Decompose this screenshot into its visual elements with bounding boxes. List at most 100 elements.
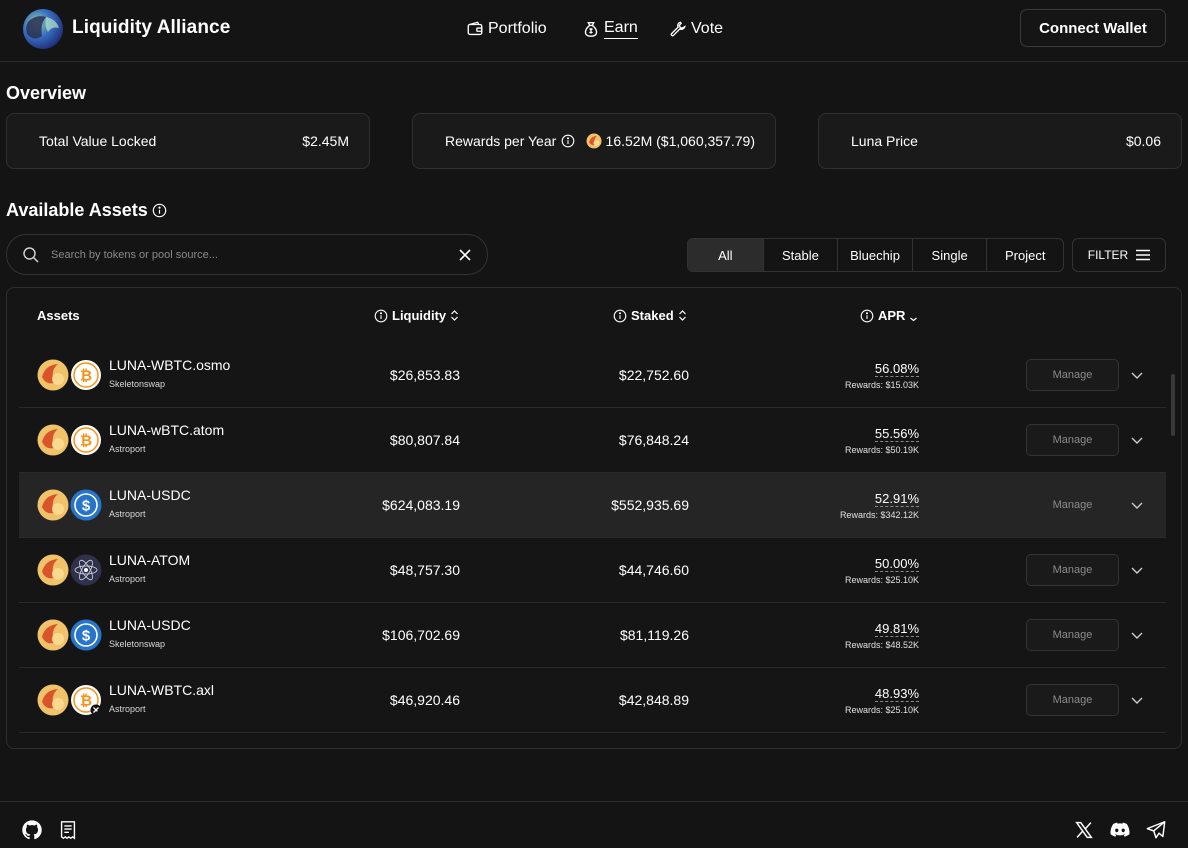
asset-name: LUNA-wBTC.atom — [109, 422, 225, 438]
chevron-down-icon[interactable] — [1130, 628, 1144, 642]
asset-name: LUNA-WBTC.osmo — [109, 357, 231, 373]
apr-value[interactable]: 49.81% — [874, 621, 919, 637]
chevron-down-icon[interactable] — [1130, 368, 1144, 382]
table-row[interactable]: $ LUNA-USDC Skeletonswap $106,702.69 $81… — [19, 603, 1166, 668]
header-liquidity[interactable]: Liquidity — [374, 308, 459, 323]
apr-cell: 55.56% Rewards: $50.19K — [845, 425, 919, 455]
svg-text:₿: ₿ — [80, 368, 92, 385]
nav-portfolio[interactable]: Portfolio — [466, 17, 547, 41]
chevron-down-icon[interactable] — [1130, 563, 1144, 577]
staked-value: $552,935.69 — [611, 497, 689, 513]
info-icon — [860, 309, 874, 322]
rewards-value: Rewards: $25.10K — [844, 575, 919, 585]
info-icon — [613, 309, 627, 322]
info-icon[interactable] — [561, 134, 575, 148]
clear-search-icon[interactable] — [457, 247, 473, 263]
nav-vote[interactable]: Vote — [669, 17, 723, 41]
document-icon[interactable] — [57, 819, 79, 841]
usdc-icon: $ — [70, 489, 102, 521]
nav-earn[interactable]: Earn — [582, 17, 638, 41]
manage-button[interactable]: Manage — [1026, 684, 1119, 716]
table-row[interactable]: $ LUNA-USDC Astroport $624,083.19 $552,9… — [19, 473, 1166, 538]
chevron-down-icon[interactable] — [1130, 693, 1144, 707]
asset-name: LUNA-ATOM — [109, 552, 191, 568]
wrench-icon — [670, 21, 686, 37]
filter-button[interactable]: FILTER — [1072, 238, 1166, 272]
available-assets-heading: Available Assets — [6, 200, 167, 221]
staked-value: $76,848.24 — [618, 432, 689, 448]
rewards-value: Rewards: $50.19K — [844, 445, 919, 455]
telegram-icon[interactable] — [1145, 819, 1167, 841]
rewards-value: Rewards: $15.03K — [844, 380, 919, 390]
apr-value[interactable]: 55.56% — [874, 426, 919, 442]
luna-token-icon — [37, 359, 69, 391]
chevron-down-icon[interactable] — [1130, 498, 1144, 512]
rewards-value: Rewards: $25.10K — [844, 705, 919, 715]
table-scrollbar[interactable] — [1171, 374, 1175, 436]
apr-cell: 50.00% Rewards: $25.10K — [845, 555, 919, 585]
manage-button[interactable]: Manage — [1026, 489, 1119, 521]
tvl-card: Total Value Locked $2.45M — [6, 113, 370, 169]
staked-value: $42,848.89 — [618, 692, 689, 708]
table-row[interactable]: ₿ LUNA-WBTC.osmo Skeletonswap $26,853.83… — [19, 343, 1166, 408]
header-staked-label: Staked — [631, 308, 674, 323]
tab-single[interactable]: Single — [913, 239, 988, 271]
sort-icon — [451, 310, 459, 321]
rewards-value: 16.52M ($1,060,357.79) — [605, 133, 755, 149]
tab-bluechip[interactable]: Bluechip — [838, 239, 913, 271]
nav-earn-label: Earn — [604, 19, 638, 39]
apr-value[interactable]: 48.93% — [874, 686, 919, 702]
tvl-label: Total Value Locked — [39, 133, 157, 149]
luna-token-icon — [37, 424, 69, 456]
tab-all[interactable]: All — [688, 239, 764, 271]
category-tabs: All Stable Bluechip Single Project — [687, 238, 1064, 272]
overview-title: Overview — [6, 83, 87, 103]
manage-button[interactable]: Manage — [1026, 424, 1119, 456]
manage-button[interactable]: Manage — [1026, 619, 1119, 651]
staked-value: $44,746.60 — [618, 562, 689, 578]
filter-label: FILTER — [1087, 248, 1129, 262]
header-staked[interactable]: Staked — [613, 308, 687, 323]
header-apr[interactable]: APR — [860, 308, 918, 323]
top-header: Liquidity Alliance Portfolio Earn Vote C… — [0, 0, 1188, 62]
tab-project[interactable]: Project — [987, 239, 1063, 271]
github-icon[interactable] — [21, 819, 43, 841]
svg-text:$: $ — [82, 498, 91, 515]
footer — [0, 801, 1188, 848]
btc-icon: ₿ — [71, 360, 101, 390]
connect-wallet-button[interactable]: Connect Wallet — [1020, 9, 1166, 47]
info-icon[interactable] — [152, 203, 167, 218]
header-assets: Assets — [37, 308, 80, 323]
apr-value[interactable]: 56.08% — [874, 361, 919, 377]
rewards-card: Rewards per Year 16.52M ($1,060,357.79) — [412, 113, 776, 169]
table-row[interactable]: LUNA-ATOM Astroport $48,757.30 $44,746.6… — [19, 538, 1166, 603]
x-twitter-icon[interactable] — [1073, 819, 1095, 841]
search-bar — [6, 234, 488, 275]
liquidity-value: $80,807.84 — [389, 432, 460, 448]
asset-source: Skeletonswap — [109, 639, 166, 649]
apr-cell: 49.81% Rewards: $48.52K — [845, 620, 919, 650]
manage-button[interactable]: Manage — [1026, 359, 1119, 391]
luna-token-icon — [37, 489, 69, 521]
apr-value[interactable]: 52.91% — [874, 491, 919, 507]
manage-button[interactable]: Manage — [1026, 554, 1119, 586]
rewards-value: Rewards: $342.12K — [839, 510, 919, 520]
liquidity-alliance-logo[interactable] — [22, 8, 64, 50]
chevron-down-icon[interactable] — [1130, 433, 1144, 447]
search-input[interactable] — [51, 245, 441, 265]
table-row[interactable]: ₿ LUNA-wBTC.atom Astroport $80,807.84 $7… — [19, 408, 1166, 473]
asset-name: LUNA-USDC — [109, 617, 191, 633]
discord-icon[interactable] — [1109, 819, 1131, 841]
brand-name[interactable]: Liquidity Alliance — [72, 17, 230, 39]
liquidity-value: $624,083.19 — [382, 497, 460, 513]
asset-source: Astroport — [109, 704, 146, 714]
header-apr-label: APR — [878, 308, 906, 323]
menu-icon — [1136, 249, 1151, 261]
wallet-icon — [467, 21, 483, 36]
table-row[interactable]: ₿ LUNA-WBTC.axl Astroport $46,920.46 $42… — [19, 668, 1166, 733]
svg-text:₿: ₿ — [80, 433, 92, 450]
apr-value[interactable]: 50.00% — [874, 556, 919, 572]
tab-stable[interactable]: Stable — [764, 239, 839, 271]
asset-source: Astroport — [109, 509, 146, 519]
search-icon — [23, 247, 39, 263]
